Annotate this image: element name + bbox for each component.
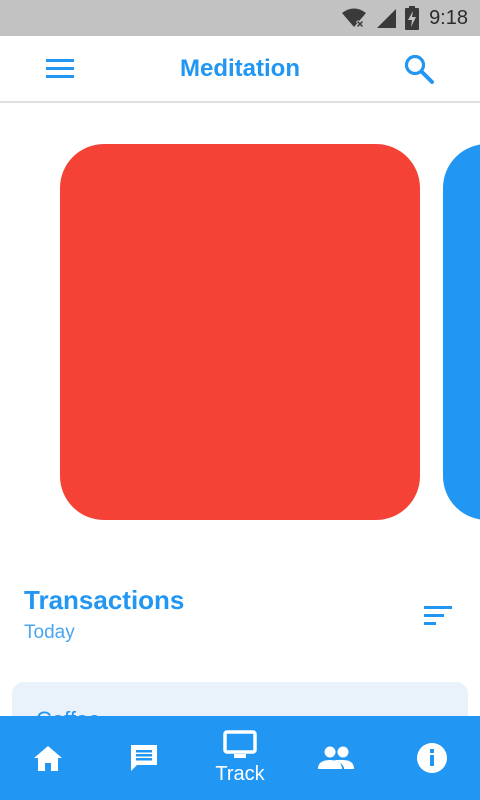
nav-item-info[interactable] [384,716,480,800]
status-bar: 9:18 [0,0,480,36]
status-icons: 9:18 [341,6,468,30]
nav-item-people[interactable] [288,716,384,800]
carousel-card-blue[interactable] [443,144,480,520]
people-icon [318,746,354,769]
card-carousel[interactable] [0,104,480,564]
nav-item-track[interactable]: Track [192,716,288,800]
search-icon [404,54,434,84]
bottom-navigation: Track [0,716,480,800]
info-icon [417,743,447,773]
sort-button[interactable] [420,602,454,630]
status-time: 9:18 [429,7,468,29]
wifi-off-icon [342,8,367,29]
cell-signal-icon [377,9,397,28]
section-title: Transactions [24,585,185,615]
menu-button[interactable] [44,56,76,82]
chat-icon [131,745,157,771]
carousel-card-red[interactable] [60,144,420,520]
nav-item-home[interactable] [0,716,96,800]
sort-icon [424,606,452,625]
search-button[interactable] [402,52,436,86]
home-icon [34,746,62,771]
menu-icon [46,59,74,78]
section-subtitle: Today [24,622,75,643]
nav-item-chat[interactable] [96,716,192,800]
app-bar: Meditation [0,36,480,103]
nav-label-track: Track [215,763,265,785]
monitor-icon [223,730,257,758]
battery-charging-icon [405,6,420,30]
